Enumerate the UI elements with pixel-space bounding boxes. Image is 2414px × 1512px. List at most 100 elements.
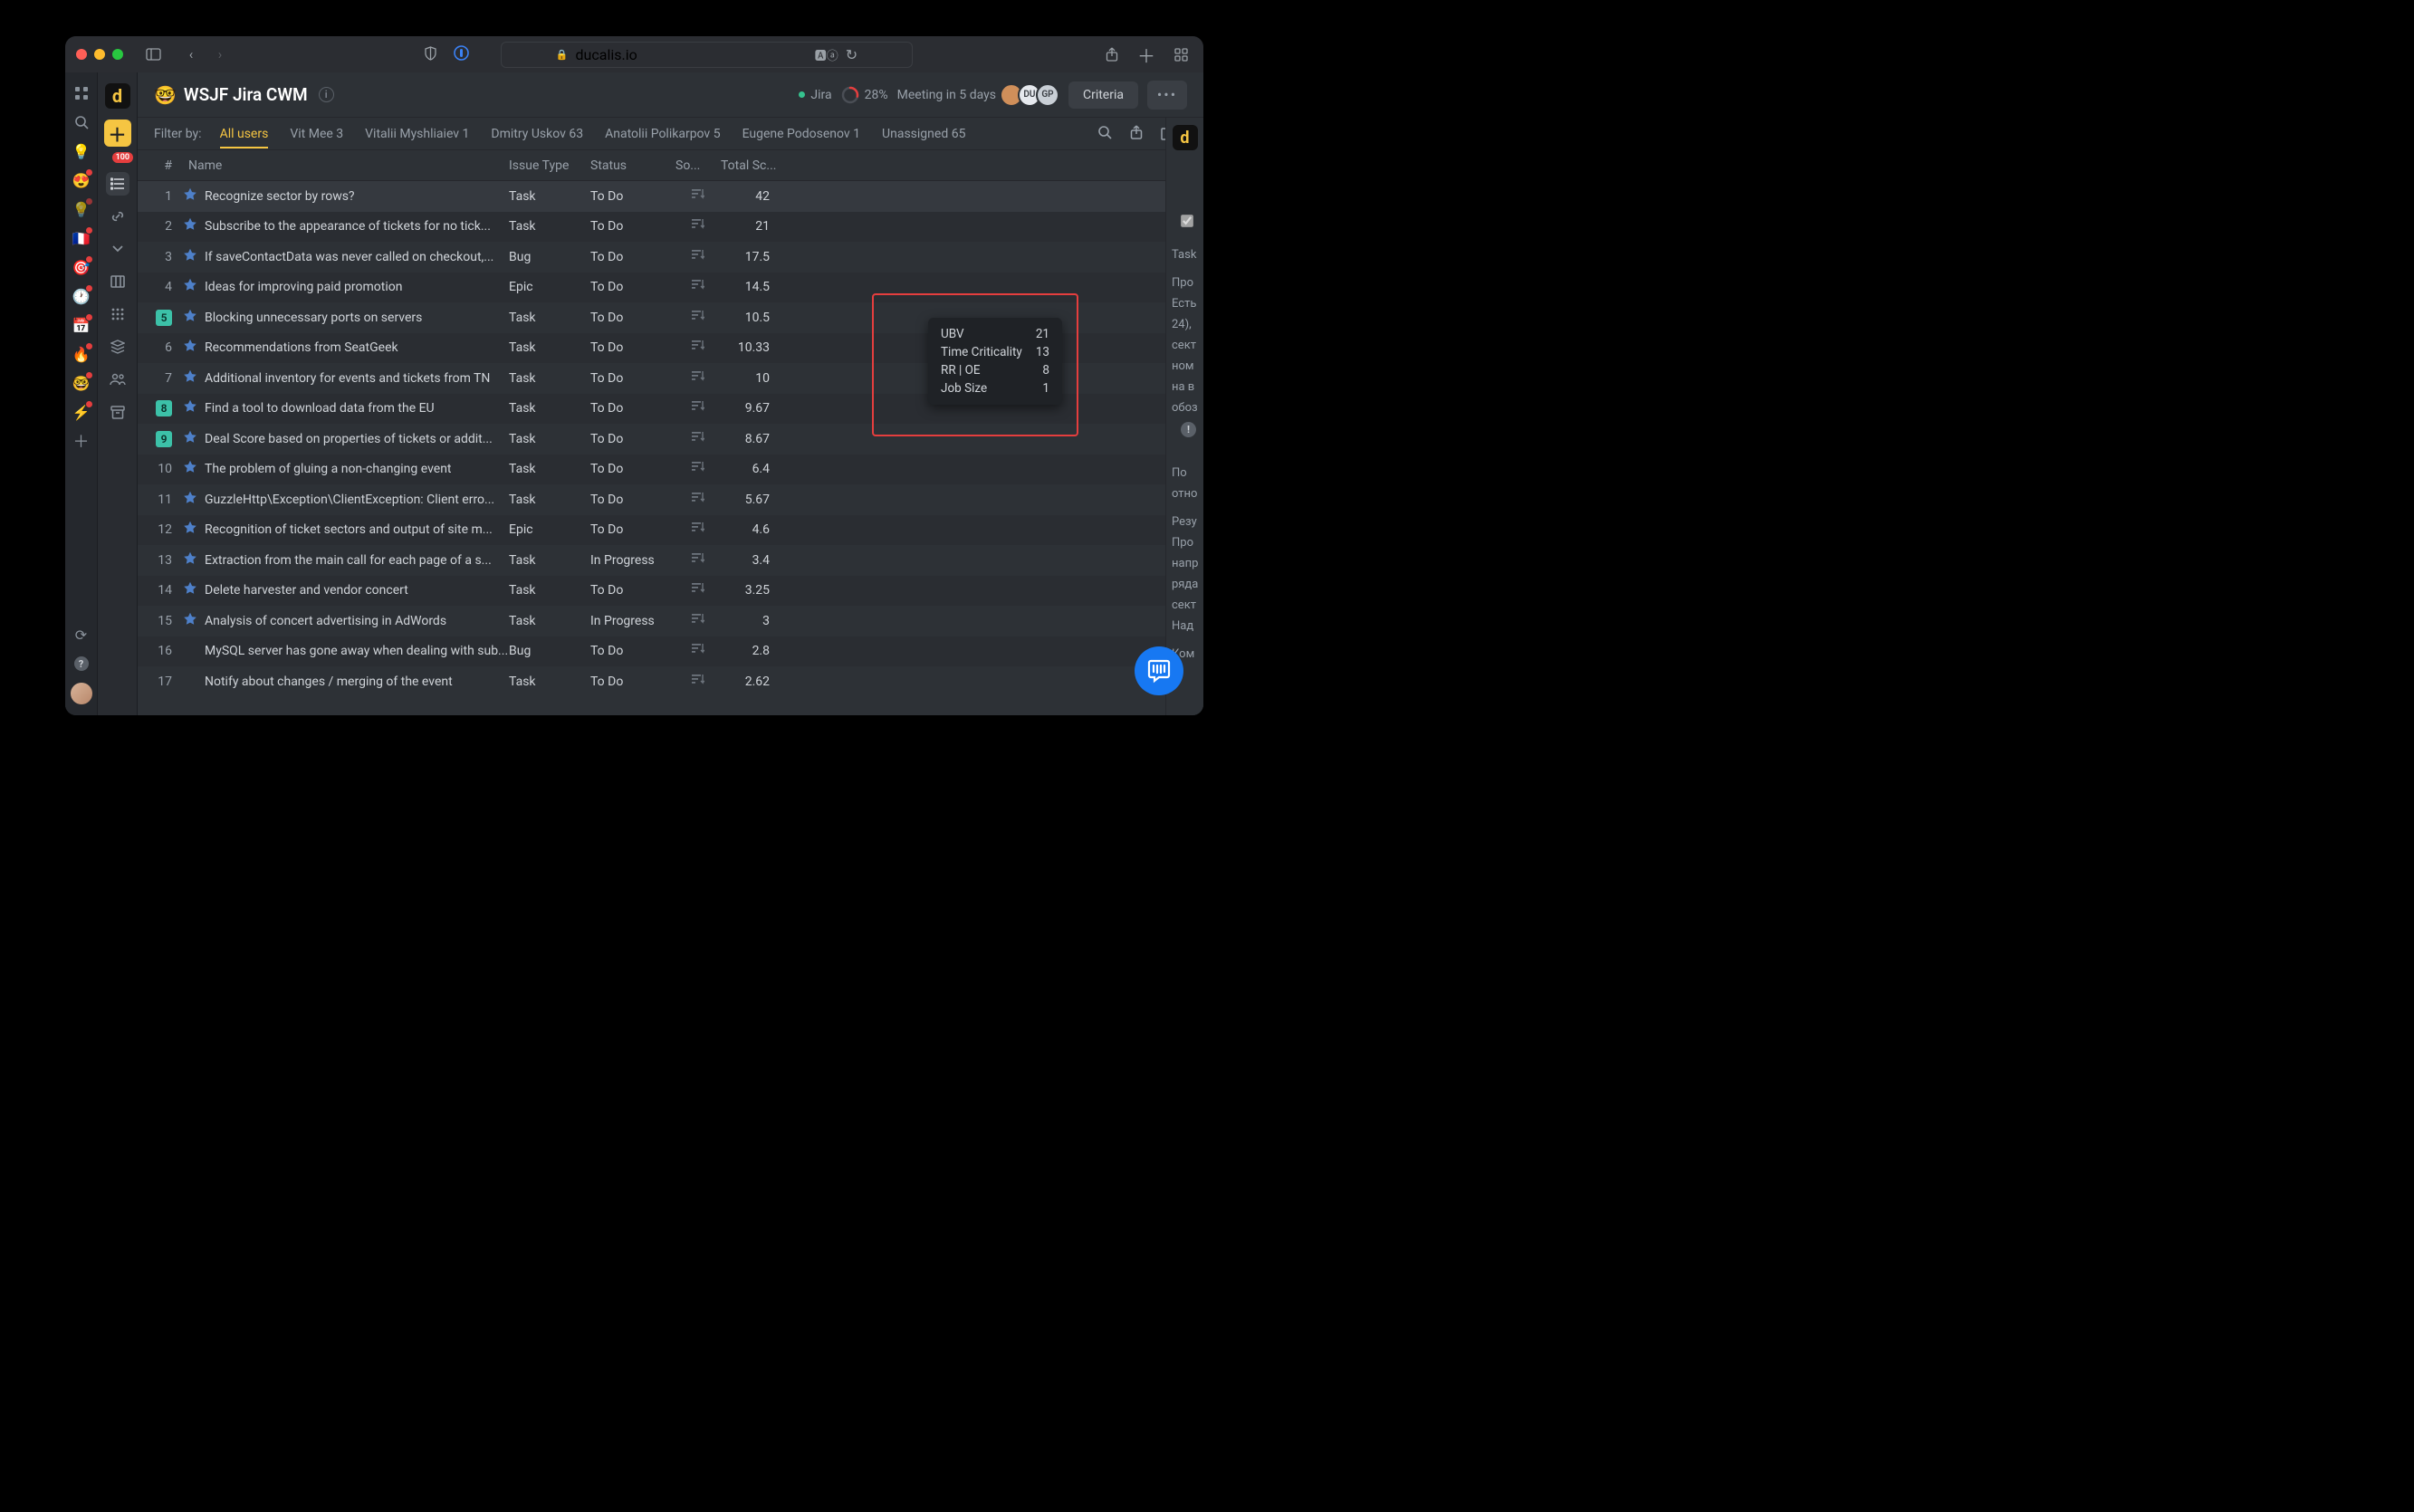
- row-score[interactable]: 8.67: [721, 432, 779, 446]
- link-icon[interactable]: [106, 205, 129, 228]
- sort-icon[interactable]: [692, 189, 704, 204]
- filter-chip[interactable]: Dmitry Uskov 63: [491, 127, 583, 141]
- info-icon[interactable]: i: [319, 87, 334, 102]
- team-avatars[interactable]: DUGP: [1005, 83, 1059, 107]
- star-icon[interactable]: [183, 339, 197, 357]
- table-row[interactable]: 13Extraction from the main call for each…: [138, 545, 1203, 576]
- bolt-icon[interactable]: ⚡: [72, 402, 91, 422]
- row-score[interactable]: 14.5: [721, 280, 779, 294]
- progress-label[interactable]: 28%: [841, 86, 888, 104]
- filter-chip[interactable]: Vitalii Myshliaiev 1: [365, 127, 469, 141]
- filter-chip[interactable]: Eugene Podosenov 1: [742, 127, 860, 141]
- idea2-icon[interactable]: 💡: [72, 199, 91, 219]
- row-score[interactable]: 5.67: [721, 493, 779, 507]
- row-score[interactable]: 3.25: [721, 583, 779, 598]
- close-window-button[interactable]: [76, 49, 87, 60]
- star-icon[interactable]: [183, 430, 197, 448]
- table-row[interactable]: 12Recognition of ticket sectors and outp…: [138, 515, 1203, 546]
- star-icon[interactable]: [183, 551, 197, 569]
- star-icon[interactable]: [183, 460, 197, 478]
- sort-icon[interactable]: [692, 219, 704, 234]
- export-icon[interactable]: [1130, 125, 1143, 143]
- star-icon[interactable]: [183, 278, 197, 296]
- address-bar[interactable]: 🔒 ducalis.io 🅰ⓐ ↻: [501, 42, 913, 68]
- add-button[interactable]: ＋: [104, 120, 131, 147]
- apps-icon[interactable]: [72, 83, 91, 103]
- avatar[interactable]: GP: [1036, 83, 1059, 107]
- fire-icon[interactable]: 🔥: [72, 344, 91, 364]
- app-logo[interactable]: d: [105, 83, 130, 109]
- col-issue-type[interactable]: Issue Type: [509, 158, 590, 173]
- star-icon[interactable]: [183, 248, 197, 266]
- table-row[interactable]: 14Delete harvester and vendor concertTas…: [138, 576, 1203, 607]
- translate-icon[interactable]: 🅰ⓐ: [815, 46, 838, 63]
- table-row[interactable]: 10The problem of gluing a non-changing e…: [138, 455, 1203, 485]
- row-score[interactable]: 2.62: [721, 675, 779, 689]
- row-score[interactable]: 4.6: [721, 522, 779, 537]
- sort-icon[interactable]: [692, 371, 704, 386]
- board-icon[interactable]: [106, 270, 129, 293]
- chevron-down-icon[interactable]: [106, 237, 129, 261]
- clock-icon[interactable]: 🕐: [72, 286, 91, 306]
- star-icon[interactable]: [183, 612, 197, 630]
- sort-icon[interactable]: [692, 280, 704, 294]
- table-row[interactable]: 4Ideas for improving paid promotionEpicT…: [138, 273, 1203, 303]
- maximize-window-button[interactable]: [112, 49, 123, 60]
- star-icon[interactable]: [183, 369, 197, 388]
- archive-icon[interactable]: [106, 400, 129, 424]
- minimize-window-button[interactable]: [94, 49, 105, 60]
- table-row[interactable]: 1Recognize sector by rows?TaskTo Do42: [138, 181, 1203, 212]
- row-score[interactable]: 9.67: [721, 401, 779, 416]
- star-icon[interactable]: [183, 187, 197, 206]
- sync-icon[interactable]: ⟳: [72, 625, 91, 645]
- sort-icon[interactable]: [692, 462, 704, 476]
- search-in-list-icon[interactable]: [1097, 125, 1112, 143]
- filter-chip[interactable]: All users: [220, 127, 269, 148]
- sort-icon[interactable]: [692, 614, 704, 628]
- table-row[interactable]: 9Deal Score based on properties of ticke…: [138, 424, 1203, 455]
- row-score[interactable]: 21: [721, 219, 779, 234]
- table-row[interactable]: 16MySQL server has gone away when dealin…: [138, 636, 1203, 667]
- row-score[interactable]: 10.33: [721, 340, 779, 355]
- col-number[interactable]: #: [138, 158, 183, 173]
- filter-chip[interactable]: Unassigned 65: [882, 127, 965, 141]
- share-icon[interactable]: [1100, 43, 1124, 66]
- row-score[interactable]: 10.5: [721, 311, 779, 325]
- more-menu-button[interactable]: •••: [1147, 81, 1187, 110]
- sort-icon[interactable]: [692, 493, 704, 507]
- star-icon[interactable]: [183, 217, 197, 235]
- criteria-button[interactable]: Criteria: [1068, 81, 1138, 109]
- star-icon[interactable]: [183, 491, 197, 509]
- extension-icon[interactable]: [450, 42, 474, 65]
- nav-back-icon[interactable]: ‹: [179, 43, 203, 66]
- table-row[interactable]: 15Analysis of concert advertising in AdW…: [138, 606, 1203, 636]
- table-row[interactable]: 2Subscribe to the appearance of tickets …: [138, 212, 1203, 243]
- grid-icon[interactable]: [106, 302, 129, 326]
- layers-icon[interactable]: [106, 335, 129, 359]
- list-view-icon[interactable]: [106, 172, 129, 196]
- row-score[interactable]: 2.8: [721, 644, 779, 658]
- user-avatar[interactable]: [71, 683, 92, 704]
- table-row[interactable]: 3If saveContactData was never called on …: [138, 242, 1203, 273]
- col-name[interactable]: Name: [183, 158, 509, 173]
- team-icon[interactable]: [106, 368, 129, 391]
- row-score[interactable]: 3: [721, 614, 779, 628]
- row-score[interactable]: 10: [721, 371, 779, 386]
- shield-icon[interactable]: [419, 42, 443, 65]
- row-score[interactable]: 3.4: [721, 553, 779, 568]
- tab-overview-icon[interactable]: [1169, 43, 1193, 66]
- meeting-label[interactable]: Meeting in 5 days: [897, 88, 996, 102]
- reload-icon[interactable]: ↻: [846, 46, 857, 63]
- table-row[interactable]: 11GuzzleHttp\Exception\ClientException: …: [138, 484, 1203, 515]
- row-score[interactable]: 42: [721, 189, 779, 204]
- integration-label[interactable]: Jira: [799, 88, 831, 102]
- sort-icon[interactable]: [692, 311, 704, 325]
- nerd-icon[interactable]: 🤓: [72, 373, 91, 393]
- col-sort[interactable]: So...: [675, 158, 721, 173]
- search-icon[interactable]: [72, 112, 91, 132]
- col-status[interactable]: Status: [590, 158, 675, 173]
- help-icon[interactable]: ?: [72, 654, 91, 674]
- calendar-icon[interactable]: 📅: [72, 315, 91, 335]
- sort-icon[interactable]: [692, 644, 704, 658]
- col-total-score[interactable]: Total Sc...: [721, 158, 779, 173]
